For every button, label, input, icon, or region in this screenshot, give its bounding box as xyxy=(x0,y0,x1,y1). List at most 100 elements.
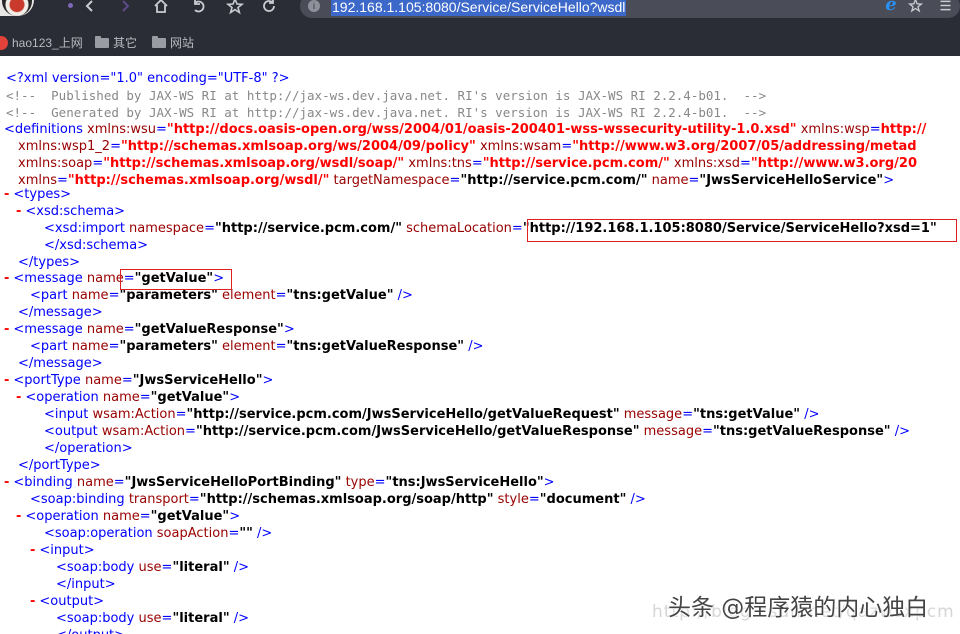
forward-icon xyxy=(122,0,130,12)
binding-output-close-tag: </output> xyxy=(56,627,125,634)
bookmark-folder-other[interactable]: 其它 xyxy=(95,35,137,51)
part-name-value: parameters xyxy=(126,288,212,303)
ns-soap-value: http://schemas.xmlsoap.org/wsdl/soap/ xyxy=(110,156,398,171)
ns-wsu-value: http://docs.oasis-open.org/wss/2004/01/o… xyxy=(173,122,790,137)
menu-button[interactable] xyxy=(936,0,954,14)
binding-open-tag: - <binding name="JwsServiceHelloPortBindi… xyxy=(4,475,555,490)
body-use-value: literal xyxy=(179,560,223,575)
collapse-toggle[interactable]: - xyxy=(16,204,21,219)
types-close-tag: </types> xyxy=(18,255,80,270)
message-getvalueresponse-open-tag: - <message name="getValueResponse"> xyxy=(4,322,295,337)
types-open-tag: - <types> xyxy=(4,187,72,202)
soap-body-tag: <soap:body use="literal" /> xyxy=(56,611,249,626)
part-element-value: tns:getValueResponse xyxy=(293,339,458,354)
part-tag: <part name="parameters" element="tns:get… xyxy=(30,339,484,354)
body-use-value: literal xyxy=(179,611,223,626)
part-name-value: parameters xyxy=(126,339,212,354)
operation-name-value: getValue xyxy=(157,509,223,524)
avatar[interactable] xyxy=(0,0,34,16)
xsd-import-tag: <xsd:import namespace="http://service.pc… xyxy=(44,221,937,236)
collapse-toggle[interactable]: - xyxy=(16,509,21,524)
ns-xsd-value: http://www.w3.org/20 xyxy=(757,156,917,171)
binding-input-close-tag: </input> xyxy=(56,577,116,592)
output-action-value: http://service.pcm.com/JwsServiceHello/g… xyxy=(202,424,633,439)
browser-toolbar: i 192.168.1.105:8080/Service/ServiceHell… xyxy=(0,0,960,28)
home-button[interactable] xyxy=(148,0,174,16)
comment-text: <!-- Published by JAX-WS RI at http://ja… xyxy=(6,88,767,103)
site-info-icon[interactable]: i xyxy=(308,0,320,12)
binding-input-open-tag: - <input> xyxy=(30,543,95,558)
bookmark-star-button[interactable] xyxy=(906,0,924,14)
attr-name: xmlns:wsp xyxy=(800,122,870,137)
binding-type-value: tns:JwsServiceHello xyxy=(392,475,537,490)
collapse-toggle[interactable]: - xyxy=(4,187,9,202)
bookmark-label: hao123_上网 xyxy=(12,36,83,50)
collapse-toggle[interactable]: - xyxy=(4,373,9,388)
message-close-tag: </message> xyxy=(18,356,103,371)
xml-declaration: <?xml version="1.0" encoding="UTF-8" ?> xyxy=(6,70,290,87)
bookmark-folder-sites[interactable]: 网站 xyxy=(152,35,194,51)
collapse-toggle[interactable]: - xyxy=(16,390,21,405)
back-icon xyxy=(85,0,93,12)
back-button[interactable] xyxy=(77,0,103,16)
schema-location-value: http://192.168.1.105:8080/Service/Servic… xyxy=(529,221,930,236)
porttype-name-value: JwsServiceHello xyxy=(139,373,256,388)
forward-button[interactable] xyxy=(112,0,138,16)
collapse-toggle[interactable]: - xyxy=(30,594,35,609)
star-icon xyxy=(226,0,244,15)
attr-name: xmlns:wsu xyxy=(87,122,157,137)
operation-open-tag: - <operation name="getValue"> xyxy=(16,390,241,405)
hao123-icon xyxy=(0,36,8,50)
output-message-value: tns:getValueResponse xyxy=(719,424,884,439)
ns-wsp-value: http:// xyxy=(880,122,927,137)
collapse-toggle[interactable]: - xyxy=(4,322,9,337)
bookmarks-bar: hao123_上网 其它 网站 xyxy=(0,28,960,56)
part-element-value: tns:getValue xyxy=(293,288,387,303)
url-input[interactable]: 192.168.1.105:8080/Service/ServiceHello?… xyxy=(331,0,627,16)
message-name-value: getValue xyxy=(141,271,207,286)
refresh-button[interactable] xyxy=(256,0,282,16)
folder-icon xyxy=(152,36,166,48)
xml-comment-generated: <!-- Generated by JAX-WS RI at http://ja… xyxy=(6,104,766,121)
output-tag: <output wsam:Action="http://service.pcm.… xyxy=(44,424,910,439)
collapse-toggle[interactable]: - xyxy=(30,543,35,558)
input-tag: <input wsam:Action="http://service.pcm.c… xyxy=(44,407,820,422)
folder-icon xyxy=(95,36,109,48)
ns-wsp12-value: http://schemas.xmlsoap.org/ws/2004/09/po… xyxy=(127,139,470,154)
input-action-value: http://service.pcm.com/JwsServiceHello/g… xyxy=(193,407,613,422)
definitions-attrs-line2: xmlns:wsp1_2="http://schemas.xmlsoap.org… xyxy=(18,139,917,154)
definitions-attrs-line3: xmlns:soap="http://schemas.xmlsoap.org/w… xyxy=(18,156,917,171)
ie-mode-icon[interactable]: e xyxy=(882,0,900,14)
menu-icon xyxy=(940,0,950,10)
refresh-icon xyxy=(263,0,275,12)
message-close-tag: </message> xyxy=(18,305,103,320)
tag-text: <definitions xyxy=(4,122,87,137)
ns-wsam-value: http://www.w3.org/2007/05/addressing/met… xyxy=(579,139,917,154)
collapse-toggle[interactable]: - xyxy=(4,475,9,490)
porttype-open-tag: - <portType name="JwsServiceHello"> xyxy=(4,373,274,388)
collapse-toggle[interactable]: - xyxy=(4,271,9,286)
ns-default-value: http://schemas.xmlsoap.org/wsdl/ xyxy=(74,173,323,188)
xml-document-view: <?xml version="1.0" encoding="UTF-8" ?> … xyxy=(0,62,960,634)
message-getvalue-open-tag: - <message name="getValue"> xyxy=(4,271,225,286)
back-indicator xyxy=(68,3,73,8)
binding-name-value: JwsServiceHelloPortBinding xyxy=(131,475,335,490)
service-name-value: JwsServiceHelloService xyxy=(706,173,877,188)
avatar-image xyxy=(2,0,32,16)
undo-button[interactable] xyxy=(186,0,212,16)
import-namespace-value: http://service.pcm.com/ xyxy=(221,221,396,236)
bookmark-hao123[interactable]: hao123_上网 xyxy=(0,35,83,51)
soap-transport-value: http://schemas.xmlsoap.org/soap/http xyxy=(206,492,487,507)
part-tag: <part name="parameters" element="tns:get… xyxy=(30,288,413,303)
soap-body-tag: <soap:body use="literal" /> xyxy=(56,560,249,575)
xsd-schema-open-tag: - <xsd:schema> xyxy=(16,204,126,219)
author-watermark: 头条 @程序猿的内心独白 xyxy=(668,595,929,621)
porttype-close-tag: </portType> xyxy=(18,458,101,473)
xml-comment-published: <!-- Published by JAX-WS RI at http://ja… xyxy=(6,87,766,104)
xsd-schema-close-tag: </xsd:schema> xyxy=(44,238,149,253)
star-button[interactable] xyxy=(222,0,248,16)
operation-close-tag: </operation> xyxy=(44,441,133,456)
definitions-open-tag: <definitions xmlns:wsu="http://docs.oasi… xyxy=(4,122,927,137)
bookmark-star-icon xyxy=(907,0,923,12)
address-bar[interactable]: i 192.168.1.105:8080/Service/ServiceHell… xyxy=(300,0,960,18)
